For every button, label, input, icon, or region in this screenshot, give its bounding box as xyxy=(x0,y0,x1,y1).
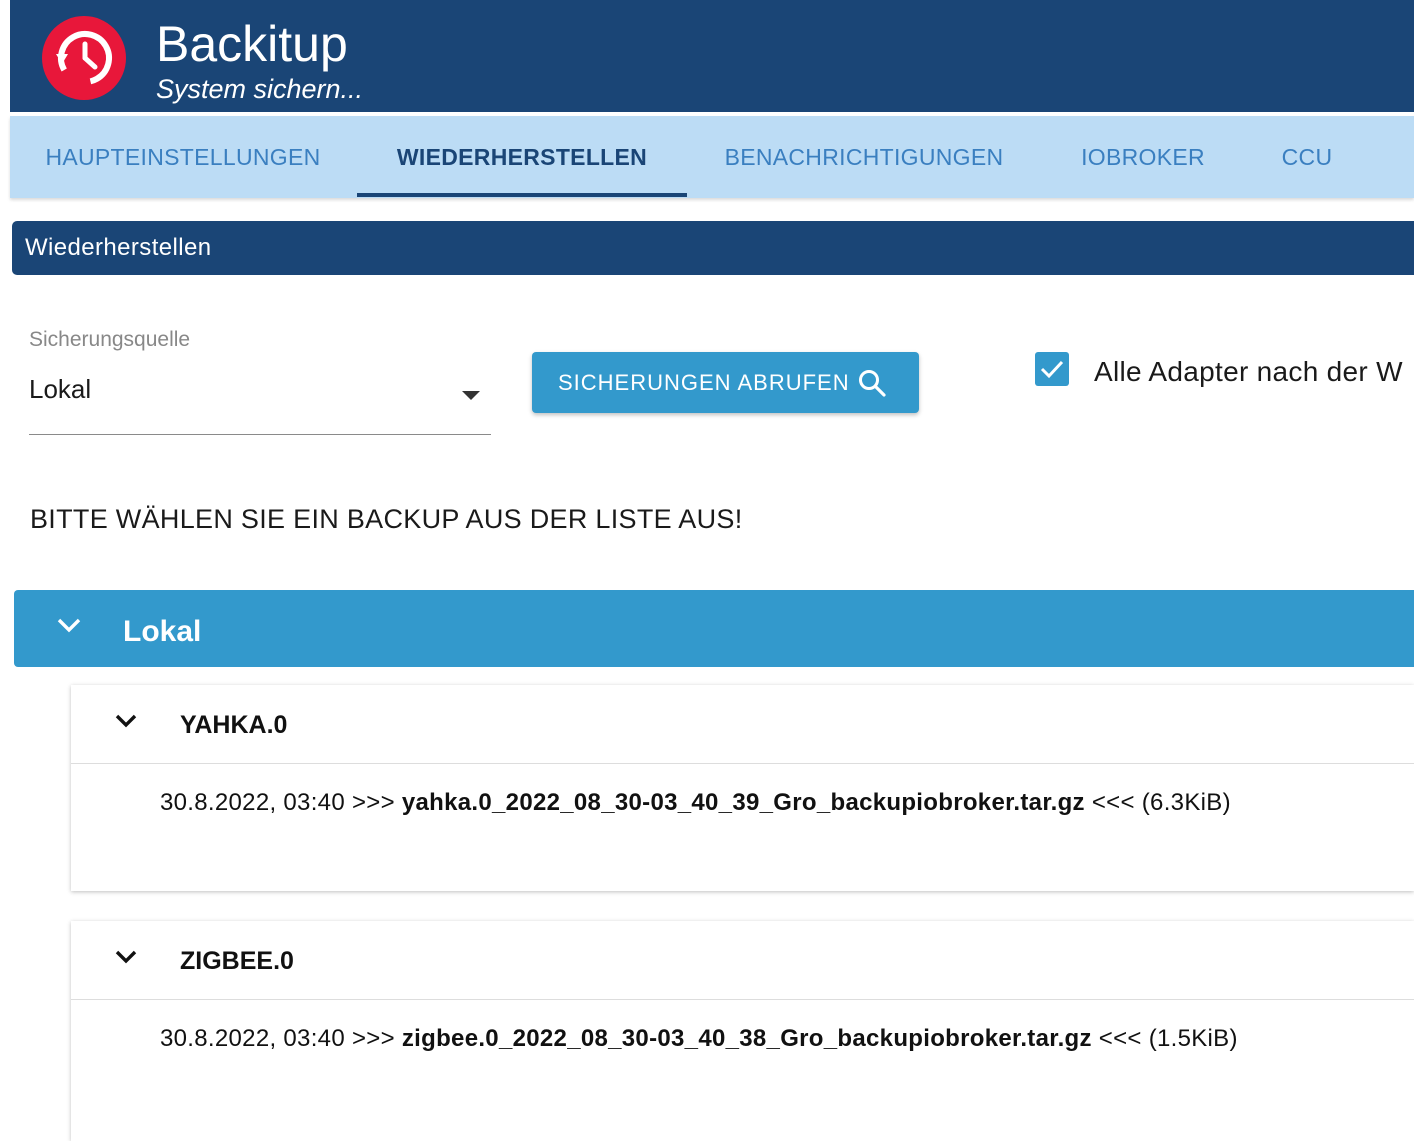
backup-card-title: ZIGBEE.0 xyxy=(180,947,294,975)
source-select-value: Lokal xyxy=(29,374,92,404)
instruction-text: BITTE WÄHLEN SIE EIN BACKUP AUS DER LIST… xyxy=(30,504,743,534)
backup-entry-filename: yahka.0_2022_08_30-03_40_39_Gro_backupio… xyxy=(401,789,1085,816)
backup-card-header[interactable]: ZIGBEE.0 xyxy=(71,921,1414,1000)
backup-entry-prefix: >>> xyxy=(351,1025,395,1052)
dropdown-arrow-icon xyxy=(462,391,480,400)
backup-group-header[interactable]: Lokal xyxy=(14,590,1414,667)
backup-entry-prefix: >>> xyxy=(351,789,395,816)
chevron-down-icon xyxy=(115,714,137,728)
backup-card-zigbee: ZIGBEE.0 30.8.2022, 03:40 >>> zigbee.0_2… xyxy=(71,921,1414,1141)
tab-ccu[interactable]: CCU xyxy=(1260,116,1354,198)
backup-entry-size: (1.5KiB) xyxy=(1148,1025,1238,1052)
backup-entry-size: (6.3KiB) xyxy=(1141,789,1231,816)
backup-entry[interactable]: 30.8.2022, 03:40 >>> zigbee.0_2022_08_30… xyxy=(160,1025,1238,1053)
backup-card-yahka: YAHKA.0 30.8.2022, 03:40 >>> yahka.0_202… xyxy=(71,685,1414,891)
backup-entry-date: 30.8.2022, 03:40 xyxy=(160,1025,345,1052)
active-tab-indicator xyxy=(357,193,687,197)
backup-entry[interactable]: 30.8.2022, 03:40 >>> yahka.0_2022_08_30-… xyxy=(160,789,1231,817)
tab-wiederherstellen[interactable]: WIEDERHERSTELLEN xyxy=(357,116,687,198)
restart-adapters-checkbox[interactable] xyxy=(1035,352,1069,386)
tab-benachrichtigungen[interactable]: BENACHRICHTIGUNGEN xyxy=(714,116,1014,198)
tab-haupteinstellungen[interactable]: HAUPTEINSTELLUNGEN xyxy=(38,116,328,198)
backup-group-title: Lokal xyxy=(123,615,202,648)
page-left-edge xyxy=(0,0,10,1110)
source-select[interactable]: Lokal xyxy=(29,368,491,435)
tab-bar: HAUPTEINSTELLUNGEN WIEDERHERSTELLEN BENA… xyxy=(10,116,1414,198)
app-subtitle: System sichern... xyxy=(156,74,364,104)
chevron-down-icon xyxy=(115,950,137,964)
source-select-label: Sicherungsquelle xyxy=(29,328,191,351)
search-icon xyxy=(859,370,886,397)
backup-entry-date: 30.8.2022, 03:40 xyxy=(160,789,345,816)
backup-card-header[interactable]: YAHKA.0 xyxy=(71,685,1414,764)
app-header: Backitup System sichern... xyxy=(10,0,1414,112)
check-icon xyxy=(1040,360,1064,379)
backup-restore-clock-icon xyxy=(42,16,126,100)
section-header: Wiederherstellen xyxy=(12,221,1414,275)
backup-entry-suffix: <<< xyxy=(1098,1025,1142,1052)
chevron-down-icon xyxy=(57,618,81,633)
app-title: Backitup xyxy=(156,16,348,72)
fetch-backups-button[interactable]: SICHERUNGEN ABRUFEN xyxy=(532,352,919,413)
backup-entry-filename: zigbee.0_2022_08_30-03_40_38_Gro_backupi… xyxy=(401,1025,1092,1052)
tab-iobroker[interactable]: IOBROKER xyxy=(1068,116,1218,198)
section-title: Wiederherstellen xyxy=(25,234,212,261)
restart-adapters-label: Alle Adapter nach der W xyxy=(1094,356,1403,387)
backup-card-title: YAHKA.0 xyxy=(180,711,288,739)
fetch-backups-label: SICHERUNGEN ABRUFEN xyxy=(558,370,850,395)
backup-entry-suffix: <<< xyxy=(1091,789,1135,816)
